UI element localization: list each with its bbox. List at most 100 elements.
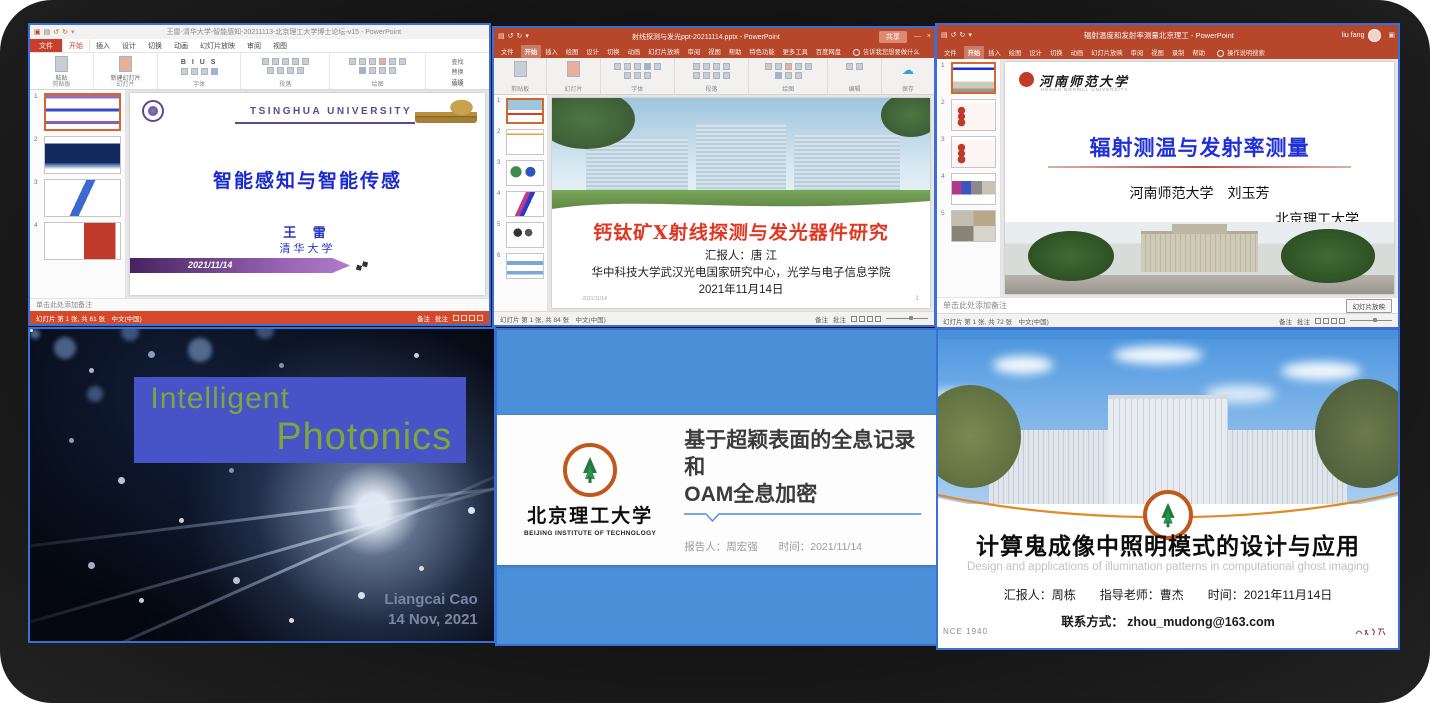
share-button[interactable]: 共享 xyxy=(879,31,907,43)
slide-canvas[interactable]: 河南师范大学 HENAN NORMAL UNIVERSITY 辐射测温与发射率测… xyxy=(1005,62,1394,294)
account-avatar[interactable] xyxy=(1368,29,1381,42)
slide-thumbnail-panel[interactable]: 123456 xyxy=(494,95,548,311)
font-buttons[interactable]: B I U S xyxy=(181,59,218,66)
view-switcher[interactable] xyxy=(851,316,881,322)
ribbon-group-slides[interactable]: 幻灯片 xyxy=(547,58,600,94)
ribbon-tab[interactable]: 设计 xyxy=(116,39,142,53)
slide-thumbnail[interactable]: 1 xyxy=(941,62,996,94)
ribbon-group-drawing[interactable]: 绘图 xyxy=(749,58,828,94)
thumbnail-preview[interactable] xyxy=(951,173,996,205)
thumbnail-preview[interactable] xyxy=(951,62,996,94)
slide-thumbnail[interactable]: 3 xyxy=(34,179,121,217)
ribbon-tab[interactable]: 审阅 xyxy=(684,45,705,58)
ribbon-group-editing[interactable]: 编辑 xyxy=(828,58,881,94)
thumbnail-preview[interactable] xyxy=(44,93,121,131)
quick-access-toolbar[interactable]: ▤ ↺ ↻ ▾ xyxy=(937,32,976,39)
replace-label[interactable]: 替换 xyxy=(451,67,463,76)
redo-icon[interactable]: ↻ xyxy=(517,33,523,40)
undo-icon[interactable]: ↺ xyxy=(951,32,957,39)
slide-thumbnail-panel[interactable]: 12345 xyxy=(937,59,1001,297)
slide-thumbnail-panel[interactable]: 1234 xyxy=(30,90,126,298)
comments-toggle[interactable]: 批注 xyxy=(1297,316,1310,326)
ribbon-tab[interactable]: 插入 xyxy=(984,46,1005,59)
ribbon-tab[interactable]: 幻灯片放映 xyxy=(194,39,241,53)
slide-canvas[interactable]: 钙钛矿X射线探测与发光器件研究 汇报人：唐 江 华中科技大学武汉光电国家研究中心… xyxy=(552,98,930,308)
ribbon-group-font[interactable]: B I U S 字体 xyxy=(158,53,241,89)
tab-file[interactable]: 文件 xyxy=(494,45,521,58)
slide-thumbnail[interactable]: 4 xyxy=(941,173,996,205)
tell-me-search[interactable]: 告诉我您想要做什么 xyxy=(863,47,920,56)
notes-bar[interactable]: 单击此处添加备注 幻灯片放映 xyxy=(937,297,1398,313)
notes-toggle[interactable]: 备注 xyxy=(417,313,430,323)
undo-icon[interactable]: ↺ xyxy=(508,33,514,40)
slide-editing-area[interactable]: 河南师范大学 HENAN NORMAL UNIVERSITY 辐射测温与发射率测… xyxy=(1001,59,1398,297)
titlebar[interactable]: ▣ ▤ ↺ ↻ ▾ 王雷-清华大学-智能感知-20211113-北京理工大学博士… xyxy=(30,25,489,39)
notes-placeholder[interactable]: 单击此处添加备注 xyxy=(943,300,1007,311)
ribbon-tab[interactable]: 开始 xyxy=(521,45,542,58)
ribbon-tab[interactable]: 审阅 xyxy=(1127,46,1148,59)
ribbon-group-paragraph[interactable]: 段落 xyxy=(675,58,749,94)
thumbnail-preview[interactable] xyxy=(506,222,544,248)
ribbon-tab[interactable]: 特色功能 xyxy=(745,45,778,58)
ribbon-group-font[interactable]: 字体 xyxy=(601,58,675,94)
notes-toggle[interactable]: 备注 xyxy=(815,314,828,324)
ribbon-tab[interactable]: 绘图 xyxy=(1005,46,1026,59)
ribbon-tab[interactable]: 设计 xyxy=(1025,46,1046,59)
titlebar[interactable]: ▤ ↺ ↻ ▾ 射线探测与发光ppt-20211114.pptx - Power… xyxy=(494,28,934,45)
thumbnail-preview[interactable] xyxy=(506,98,544,124)
ribbon-tab[interactable]: 设计 xyxy=(582,45,603,58)
ribbon-tab[interactable]: 切换 xyxy=(603,45,624,58)
slide-thumbnail[interactable]: 6 xyxy=(497,253,544,279)
comments-toggle[interactable]: 批注 xyxy=(435,313,448,323)
slide-thumbnail[interactable]: 2 xyxy=(497,129,544,155)
ribbon-tab[interactable]: 视图 xyxy=(704,45,725,58)
paste-icon[interactable] xyxy=(55,56,68,72)
tell-me-search[interactable]: 操作说明搜索 xyxy=(1227,48,1265,57)
slide-thumbnail[interactable]: 1 xyxy=(34,93,121,131)
ribbon-tab[interactable]: 动画 xyxy=(168,39,194,53)
thumbnail-preview[interactable] xyxy=(506,191,544,217)
ribbon-tab[interactable]: 视图 xyxy=(1147,46,1168,59)
notes-bar[interactable]: 单击此处添加备注 xyxy=(30,298,489,311)
redo-icon[interactable]: ↻ xyxy=(960,32,966,39)
save-icon[interactable]: ▤ xyxy=(941,32,948,39)
ribbon-group-clipboard[interactable]: 粘贴 剪贴板 xyxy=(30,53,94,89)
slide-editing-area[interactable]: TSINGHUA UNIVERSITY 智能感知与智能传感 王 雷 清华大学 2… xyxy=(126,90,489,298)
thumbnail-preview[interactable] xyxy=(44,136,121,174)
thumbnail-preview[interactable] xyxy=(44,179,121,217)
thumbnail-preview[interactable] xyxy=(951,99,996,131)
thumbnail-preview[interactable] xyxy=(506,253,544,279)
language-indicator[interactable]: 中文(中国) xyxy=(1019,319,1049,326)
ribbon-tab[interactable]: 视图 xyxy=(267,39,293,53)
zoom-slider[interactable] xyxy=(886,318,928,319)
ribbon-tab[interactable]: 帮助 xyxy=(1188,46,1209,59)
ribbon-tab[interactable]: 帮助 xyxy=(725,45,746,58)
ribbon-tab[interactable]: 切换 xyxy=(142,39,168,53)
ribbon-group-paragraph[interactable]: 段落 xyxy=(241,53,330,89)
ribbon-tab[interactable]: 开始 xyxy=(62,39,90,53)
thumbnail-preview[interactable] xyxy=(951,210,996,242)
slide-thumbnail[interactable]: 4 xyxy=(34,222,121,260)
ribbon-group-clipboard[interactable]: 剪贴板 xyxy=(494,58,547,94)
thumbnail-preview[interactable] xyxy=(44,222,121,260)
view-switcher[interactable] xyxy=(1315,318,1345,324)
quick-access-toolbar[interactable]: ▣ ▤ ↺ ↻ ▾ xyxy=(30,29,79,36)
zoom-slider[interactable] xyxy=(1350,320,1392,321)
ribbon-tab[interactable]: 切换 xyxy=(1046,46,1067,59)
tab-file[interactable]: 文件 xyxy=(937,45,964,59)
slide-editing-area[interactable]: 钙钛矿X射线探测与发光器件研究 汇报人：唐 江 华中科技大学武汉光电国家研究中心… xyxy=(548,95,934,311)
slide-canvas[interactable]: TSINGHUA UNIVERSITY 智能感知与智能传感 王 雷 清华大学 2… xyxy=(130,93,485,295)
tab-file[interactable]: 文件 xyxy=(30,39,62,52)
minimize-button[interactable]: — xyxy=(914,33,921,40)
save-icon[interactable]: ▤ xyxy=(44,29,51,36)
ribbon-tab[interactable]: 动画 xyxy=(1067,46,1088,59)
undo-icon[interactable]: ↺ xyxy=(53,29,59,36)
language-indicator[interactable]: 中文(中国) xyxy=(576,317,606,324)
close-button[interactable]: × xyxy=(927,33,931,40)
slide-thumbnail[interactable]: 5 xyxy=(497,222,544,248)
thumbnail-preview[interactable] xyxy=(506,129,544,155)
ribbon-display-icon[interactable]: ▣ xyxy=(1388,31,1395,39)
slide-thumbnail[interactable]: 2 xyxy=(941,99,996,131)
new-slide-icon[interactable] xyxy=(119,56,132,72)
qat-dropdown-icon[interactable]: ▾ xyxy=(525,33,529,40)
